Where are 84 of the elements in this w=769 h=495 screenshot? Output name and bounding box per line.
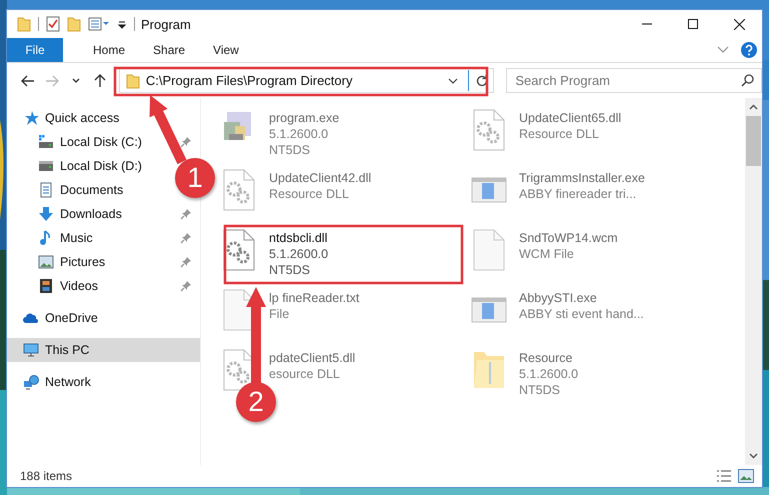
file-name: Resource (519, 350, 574, 366)
file-name: lp fineReader.txt (269, 290, 360, 306)
expand-icon[interactable] (717, 46, 729, 54)
file-detail: ABBY finereader tri... (519, 186, 638, 202)
file-detail: esource DLL (269, 366, 341, 382)
file-detail: 5.1.2600.0 (519, 366, 578, 382)
film-icon (38, 278, 54, 294)
up-arrow-icon (94, 74, 106, 88)
file-name: UpdateClient65.dll (519, 110, 622, 126)
file-name: UpdateClient42.dll (269, 170, 372, 186)
search-field[interactable]: Search Program (506, 68, 762, 93)
file-name: pdateClient5.dll (269, 350, 356, 366)
sidebar-item[interactable]: Documents (7, 178, 132, 202)
blank-file-icon (471, 228, 507, 272)
down-arrow-icon (38, 206, 54, 222)
properties-icon[interactable] (88, 16, 110, 32)
file-name: ntdsbcli.dll (269, 230, 328, 246)
file-detail: Resource DLL (269, 186, 350, 202)
pin-icon[interactable] (180, 208, 192, 220)
ribbon-tab[interactable]: Share (139, 38, 200, 62)
item-count: 188 items (20, 469, 72, 483)
file-detail: WCM File (519, 246, 575, 262)
sidebar-item[interactable]: Quick access (7, 106, 128, 130)
maximize-icon (688, 19, 698, 29)
scrollbar[interactable] (745, 98, 762, 465)
pin-icon[interactable] (180, 136, 192, 148)
sidebar-item[interactable]: Local Disk (D:) (7, 154, 150, 178)
file-name: program.exe (269, 110, 340, 126)
file-name: SndToWP14.wcm (519, 230, 618, 246)
picture-icon (38, 254, 54, 270)
file-detail: 5.1.2600.0 (269, 246, 328, 262)
pin-icon[interactable] (180, 256, 192, 268)
folder-icon (126, 72, 140, 88)
sidebar-item[interactable]: Videos (7, 274, 200, 298)
file-name: AbbyySTI.exe (519, 290, 598, 306)
folder-icon[interactable] (17, 16, 31, 32)
gear-file-icon (471, 108, 507, 152)
monitor-icon (23, 342, 39, 358)
ribbon-tab[interactable]: View (199, 38, 253, 62)
checklist-icon[interactable] (46, 16, 60, 32)
file-detail: NT5DS (269, 262, 311, 278)
ribbon-tab[interactable]: Home (79, 38, 140, 62)
file-detail: NT5DS (269, 142, 311, 158)
large-icons-view-icon[interactable] (738, 469, 754, 483)
document-icon (38, 182, 54, 198)
file-name: TrigrammsInstaller.exe (519, 170, 645, 186)
sidebar-item[interactable]: This PC (7, 338, 200, 362)
help-icon[interactable] (741, 42, 757, 58)
file-detail: ABBY sti event hand... (519, 306, 644, 322)
dropdown-icon[interactable] (448, 78, 458, 84)
network-icon (23, 374, 39, 390)
sidebar-item[interactable]: Network (7, 370, 99, 394)
drive-icon (38, 134, 54, 150)
search-icon (741, 74, 754, 87)
drive-icon (38, 158, 54, 174)
star-icon (23, 110, 39, 126)
file-detail: Resource DLL (519, 126, 600, 142)
folder-icon[interactable] (67, 16, 81, 32)
file-detail: NT5DS (519, 382, 561, 398)
sidebar-item[interactable]: Pictures (7, 250, 200, 274)
sidebar-item[interactable]: Downloads (7, 202, 200, 226)
callout-arrow (150, 95, 186, 164)
scroll-thumb[interactable] (746, 116, 761, 166)
file-detail: File (269, 306, 290, 322)
scroll-up-icon[interactable] (749, 104, 758, 110)
pin-icon[interactable] (180, 280, 192, 292)
back-arrow-icon (20, 74, 35, 86)
sidebar-item[interactable]: OneDrive (7, 306, 106, 330)
pin-icon[interactable] (180, 232, 192, 244)
sidebar-item[interactable]: Local Disk (C:) (7, 130, 200, 154)
minimize-icon (642, 23, 652, 25)
window-title: Program (141, 16, 191, 32)
close-icon (734, 18, 744, 30)
details-view-icon[interactable] (716, 469, 732, 483)
file-detail: 5.1.2600.0 (269, 126, 330, 142)
gear-file-icon (221, 168, 257, 212)
address-bar[interactable]: C:\Program Files\Program Directory (118, 68, 494, 93)
scroll-down-icon[interactable] (749, 453, 758, 459)
caret-icon (72, 78, 80, 84)
file-menu-button[interactable]: File (7, 38, 63, 62)
sidebar-item[interactable]: Music (7, 226, 200, 250)
forward-arrow-icon (44, 74, 59, 86)
address-path: C:\Program Files\Program Directory (146, 73, 354, 88)
gear-file-icon (221, 228, 257, 272)
